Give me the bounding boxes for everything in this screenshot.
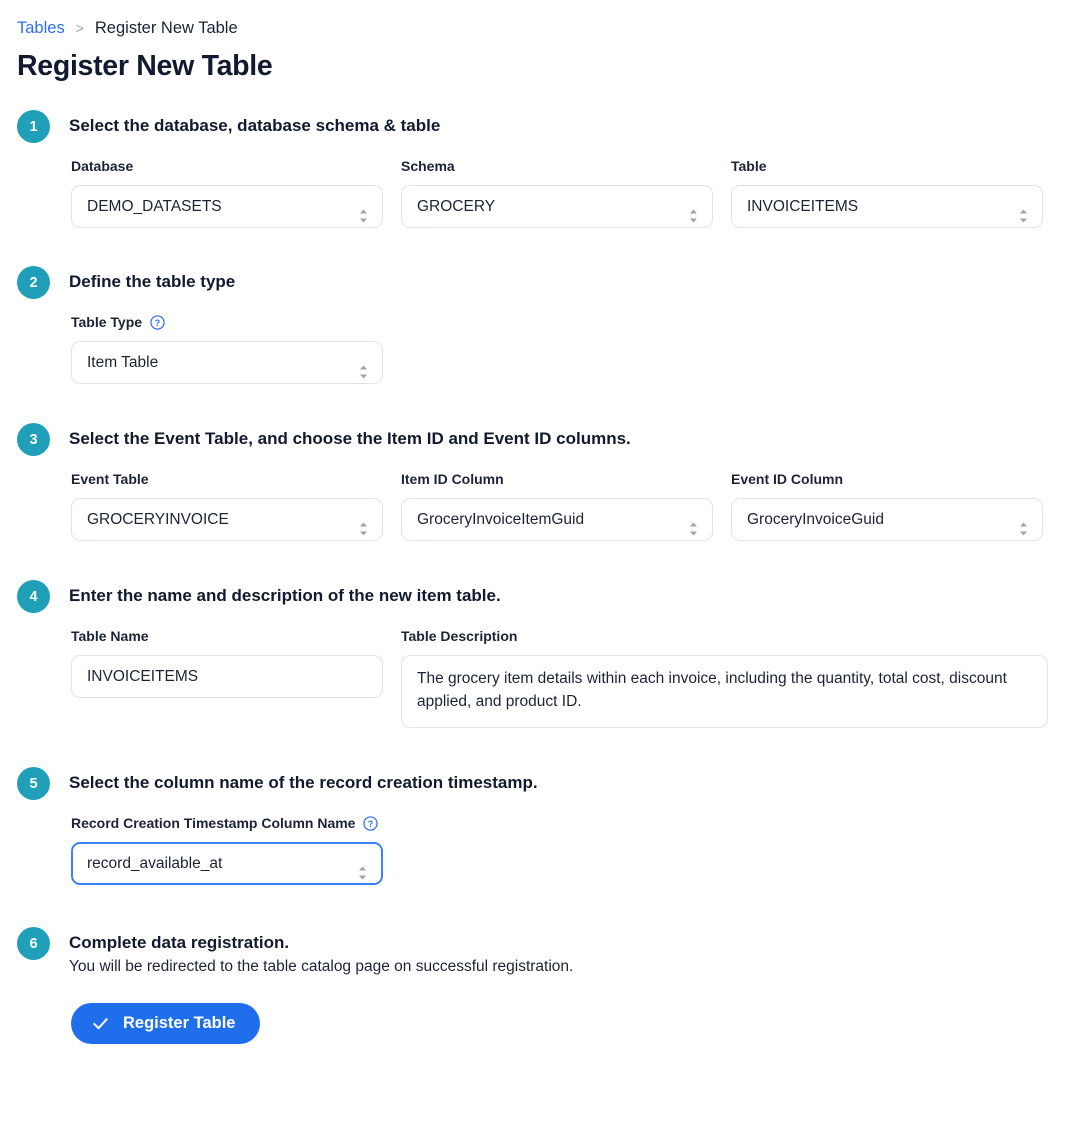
chevron-up-down-icon — [1018, 198, 1029, 222]
table-name-input-value: INVOICEITEMS — [87, 668, 199, 685]
field-table-description: Table Description The grocery item detai… — [401, 627, 1048, 728]
svg-text:?: ? — [368, 818, 373, 828]
schema-select[interactable]: GROCERY — [401, 185, 713, 228]
step-5-badge: 5 — [17, 767, 50, 800]
record-creation-timestamp-select-value: record_available_at — [87, 855, 223, 872]
step-4: 4 Enter the name and description of the … — [17, 580, 1072, 728]
field-event-id-column-label: Event ID Column — [731, 471, 844, 487]
event-table-select-value: GROCERYINVOICE — [87, 511, 229, 528]
field-table-type-label: Table Type ? — [71, 313, 383, 331]
field-record-creation-timestamp: Record Creation Timestamp Column Name ? … — [71, 814, 383, 885]
step-1-title: Select the database, database schema & t… — [69, 116, 441, 135]
field-database-label: Database — [71, 158, 134, 174]
field-table: Table INVOICEITEMS — [731, 157, 1043, 228]
step-6: 6 Complete data registration. You will b… — [17, 927, 1072, 1044]
help-icon[interactable]: ? — [363, 815, 379, 831]
field-schema: Schema GROCERY — [401, 157, 713, 228]
page-title: Register New Table — [17, 50, 273, 82]
step-4-badge: 4 — [17, 580, 50, 613]
item-id-column-select-value: GroceryInvoiceItemGuid — [417, 511, 585, 528]
table-description-textarea[interactable]: The grocery item details within each inv… — [401, 655, 1048, 728]
step-2: 2 Define the table type Table Type ? Ite… — [17, 266, 1072, 384]
field-record-creation-timestamp-label-text: Record Creation Timestamp Column Name — [71, 815, 356, 831]
database-select-value: DEMO_DATASETS — [87, 198, 222, 215]
field-table-name: Table Name INVOICEITEMS — [71, 627, 383, 728]
step-3-badge: 3 — [17, 423, 50, 456]
event-table-select[interactable]: GROCERYINVOICE — [71, 498, 383, 541]
breadcrumb-separator: > — [75, 20, 84, 36]
step-3: 3 Select the Event Table, and choose the… — [17, 423, 1072, 541]
breadcrumb: Tables > Register New Table — [17, 18, 1072, 38]
field-event-table-label: Event Table — [71, 471, 149, 487]
help-icon[interactable]: ? — [150, 314, 165, 330]
step-2-fields: Table Type ? Item Table — [69, 313, 1072, 384]
table-name-input[interactable]: INVOICEITEMS — [71, 655, 383, 698]
step-5-title: Select the column name of the record cre… — [69, 773, 538, 792]
breadcrumb-link-tables[interactable]: Tables — [17, 18, 65, 38]
database-select[interactable]: DEMO_DATASETS — [71, 185, 383, 228]
chevron-up-down-icon — [688, 198, 699, 222]
step-1-fields: Database DEMO_DATASETS Schema GROCERY Ta… — [69, 157, 1072, 228]
register-table-button-label: Register Table — [123, 1014, 236, 1032]
event-id-column-select[interactable]: GroceryInvoiceGuid — [731, 498, 1043, 541]
schema-select-value: GROCERY — [417, 198, 496, 215]
step-2-badge: 2 — [17, 266, 50, 299]
field-item-id-column: Item ID Column GroceryInvoiceItemGuid — [401, 470, 713, 541]
chevron-up-down-icon — [358, 511, 369, 535]
field-database: Database DEMO_DATASETS — [71, 157, 383, 228]
register-new-table-page: Tables > Register New Table Register New… — [0, 0, 1092, 1123]
chevron-up-down-icon — [358, 198, 369, 222]
chevron-up-down-icon — [688, 511, 699, 535]
field-event-id-column: Event ID Column GroceryInvoiceGuid — [731, 470, 1043, 541]
field-table-type-label-text: Table Type — [71, 314, 143, 330]
table-type-select[interactable]: Item Table — [71, 341, 383, 384]
step-5: 5 Select the column name of the record c… — [17, 767, 1072, 885]
step-3-fields: Event Table GROCERYINVOICE Item ID Colum… — [69, 470, 1072, 541]
check-icon — [91, 1014, 110, 1033]
table-type-select-value: Item Table — [87, 354, 159, 371]
step-2-title: Define the table type — [69, 272, 236, 291]
chevron-up-down-icon — [1018, 511, 1029, 535]
breadcrumb-current: Register New Table — [94, 19, 238, 37]
field-event-table: Event Table GROCERYINVOICE — [71, 470, 383, 541]
chevron-up-down-icon — [358, 354, 369, 378]
field-schema-label: Schema — [401, 158, 455, 174]
step-4-fields: Table Name INVOICEITEMS Table Descriptio… — [69, 627, 1072, 728]
field-item-id-column-label: Item ID Column — [401, 471, 504, 487]
field-table-name-label: Table Name — [71, 628, 149, 644]
field-table-type: Table Type ? Item Table — [71, 313, 383, 384]
field-record-creation-timestamp-label: Record Creation Timestamp Column Name ? — [71, 814, 383, 832]
step-1: 1 Select the database, database schema &… — [17, 110, 1072, 228]
chevron-up-down-icon — [357, 855, 368, 879]
step-6-title: Complete data registration. — [69, 933, 290, 952]
step-3-title: Select the Event Table, and choose the I… — [69, 429, 631, 448]
table-select-value: INVOICEITEMS — [747, 198, 859, 215]
record-creation-timestamp-select[interactable]: record_available_at — [71, 842, 383, 885]
svg-text:?: ? — [155, 317, 160, 327]
field-table-description-label: Table Description — [401, 628, 518, 644]
register-table-button[interactable]: Register Table — [71, 1003, 261, 1044]
step-6-subtitle: You will be redirected to the table cata… — [69, 958, 574, 975]
step-4-title: Enter the name and description of the ne… — [69, 586, 501, 605]
step-1-badge: 1 — [17, 110, 50, 143]
item-id-column-select[interactable]: GroceryInvoiceItemGuid — [401, 498, 713, 541]
step-6-badge: 6 — [17, 927, 50, 960]
table-select[interactable]: INVOICEITEMS — [731, 185, 1043, 228]
field-table-label: Table — [731, 158, 767, 174]
event-id-column-select-value: GroceryInvoiceGuid — [747, 511, 884, 528]
step-5-fields: Record Creation Timestamp Column Name ? … — [69, 814, 1072, 885]
